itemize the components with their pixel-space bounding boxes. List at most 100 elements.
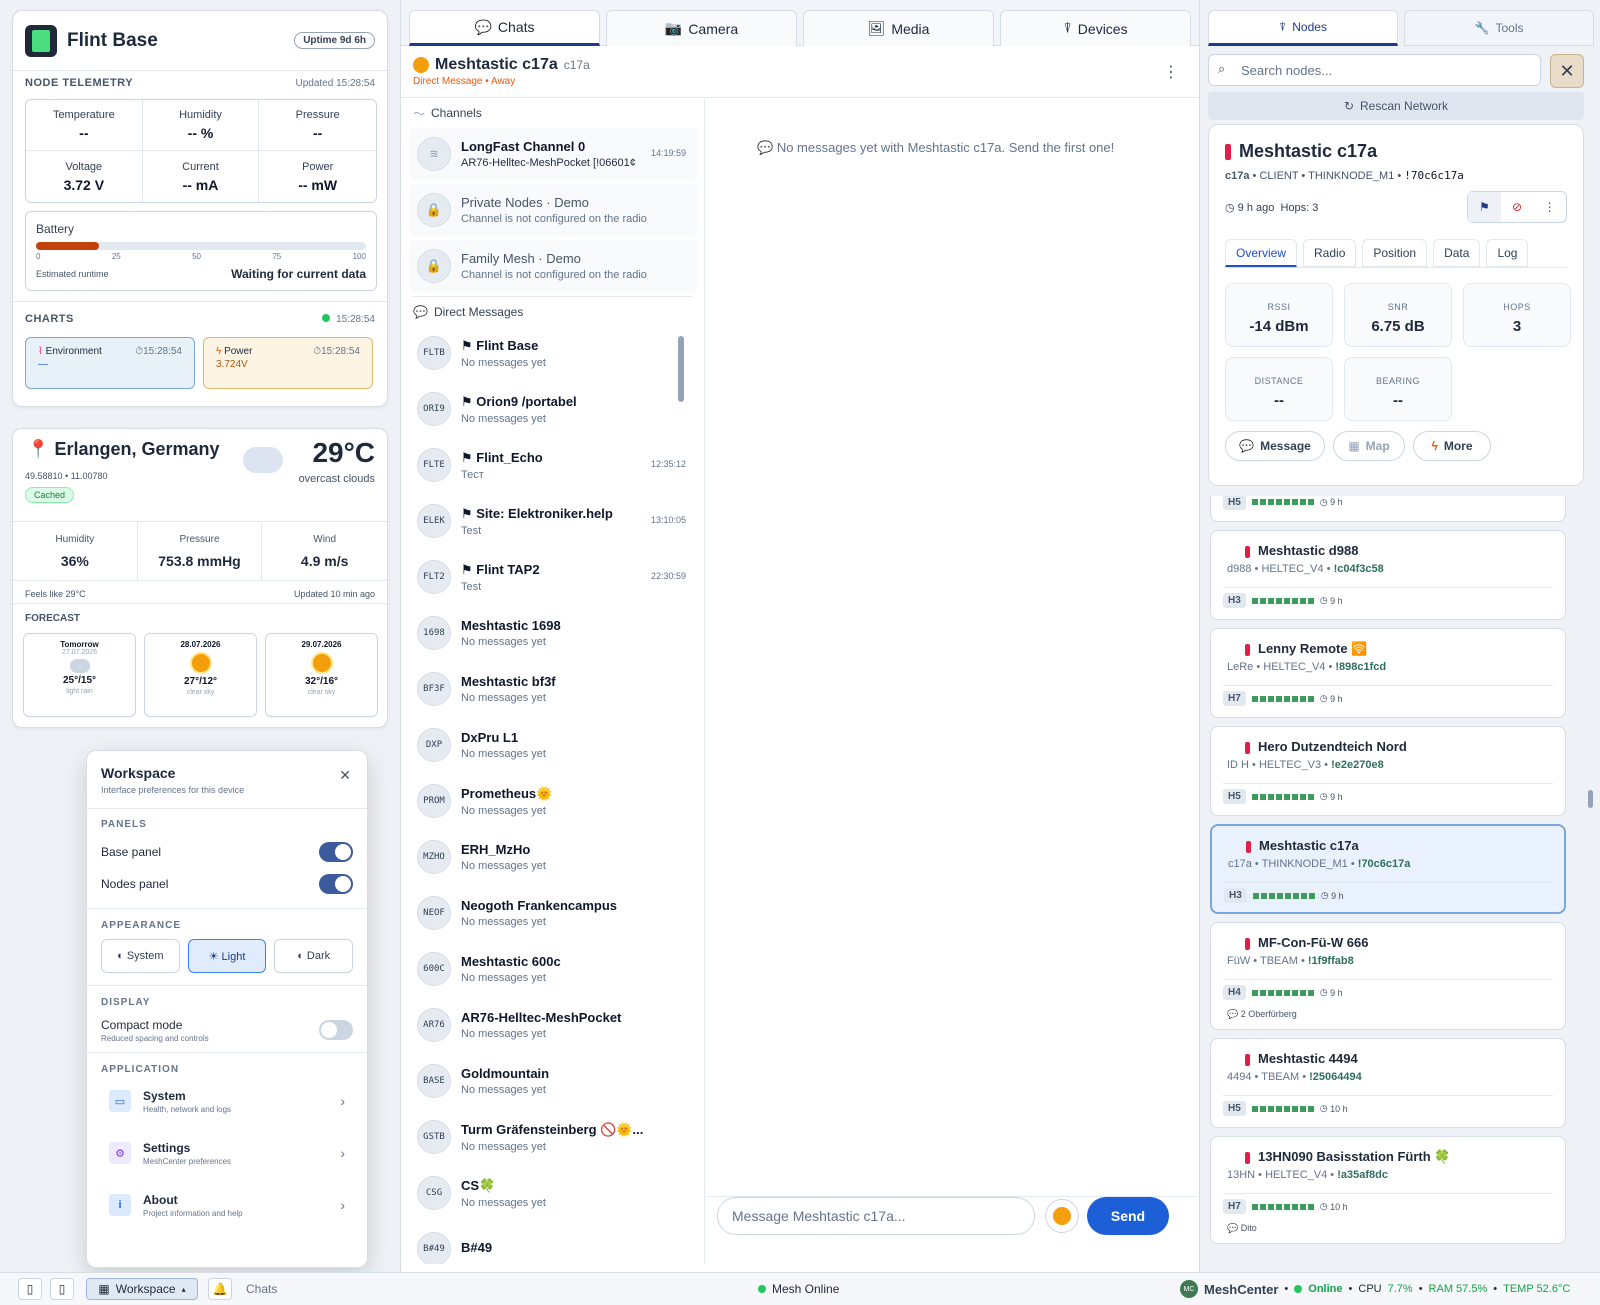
tab-overview[interactable]: Overview — [1225, 239, 1298, 267]
status-dot — [1294, 1285, 1303, 1293]
dm-item[interactable]: PROM Prometheus🌞 No messages yet — [409, 775, 698, 827]
dm-item[interactable]: FLTE ⚑ Flint_Echo Тест 12:35:12 — [409, 439, 698, 491]
theme-light-button[interactable]: ☀ Light — [187, 939, 267, 973]
channel-icon: 〜 — [413, 106, 426, 121]
scrollbar-thumb[interactable] — [1588, 790, 1593, 808]
about-menu-item[interactable]: i About Project information and help › — [87, 1179, 367, 1231]
node-card[interactable]: MF-Con-Fü-W 666 FüW • TBEAM • !1f9ffab8 H4… — [1210, 922, 1566, 1030]
tab-chats[interactable]: 💬 Chats — [409, 10, 600, 46]
telemetry-header: NODE TELEMETRY Updated 15:28:54 — [13, 77, 387, 89]
send-button[interactable]: Send — [1087, 1197, 1169, 1235]
telemetry-value: -- — [79, 125, 89, 141]
tab-label: Devices — [1077, 20, 1128, 37]
tile-value: 3.724V — [216, 359, 248, 370]
dm-item[interactable]: BASE Goldmountain No messages yet — [409, 1055, 698, 1107]
chats-shortcut[interactable]: Chats — [246, 1282, 277, 1296]
node-name: Hero Dutzendteich Nord — [1258, 739, 1407, 754]
tab-media[interactable]: 🖼 Media — [803, 10, 994, 46]
node-card[interactable]: Meshtastic 4494 4494 • TBEAM • !25064494 H… — [1210, 1038, 1566, 1128]
workspace-subtitle: Interface preferences for this device — [101, 785, 245, 795]
channel-item[interactable]: 🔒 Private Nodes · Demo Channel is not conf… — [409, 184, 698, 236]
flag-icon[interactable]: ⚑ — [1468, 192, 1501, 222]
close-icon[interactable]: ✕ — [339, 767, 351, 784]
bell-icon[interactable]: 🔔 — [208, 1278, 232, 1300]
dm-subtitle: No messages yet — [461, 804, 546, 817]
message-input[interactable]: Message Meshtastic c17a... — [717, 1197, 1035, 1235]
tab-tools[interactable]: 🔧 Tools — [1404, 10, 1594, 46]
tab-camera[interactable]: 📷 Camera — [606, 10, 797, 46]
tile-value: — — [38, 359, 48, 370]
message-button[interactable]: 💬 Message — [1225, 431, 1325, 461]
theme-dark-button[interactable]: ◐ Dark — [274, 939, 354, 973]
search-input[interactable]: Search nodes... — [1208, 54, 1541, 86]
dm-item[interactable]: MZHO ERH_MzHo No messages yet — [409, 831, 698, 883]
weather-coords: 49.58810 • 11.00780 — [25, 471, 108, 481]
rescan-button[interactable]: ↻ Rescan Network — [1208, 92, 1584, 120]
compact-toggle[interactable] — [319, 1020, 353, 1040]
settings-menu-item[interactable]: ⚙ Settings MeshCenter preferences › — [87, 1127, 367, 1179]
node-card[interactable]: Hero Dutzendteich Nord ID H • HELTEC_V3 •… — [1210, 726, 1566, 816]
block-icon[interactable]: ⊘ — [1501, 192, 1534, 222]
toggle-right-panel-icon[interactable]: ▯ — [50, 1278, 74, 1300]
workspace-button[interactable]: ▦ Workspace ▴ — [86, 1278, 198, 1300]
dm-item[interactable]: 600C Meshtastic 600c No messages yet — [409, 943, 698, 995]
theme-system-button[interactable]: ◐ System — [101, 939, 180, 973]
tile-time: 15:28:54 — [143, 346, 182, 357]
tile-time: 15:28:54 — [321, 346, 360, 357]
dm-item[interactable]: FLTB ⚑ Flint Base No messages yet — [409, 327, 698, 379]
thermometer-icon: ⌇ — [38, 346, 43, 357]
dm-item[interactable]: ORI9 ⚑ Orion9 /portabel No messages yet — [409, 383, 698, 435]
app-sub: MeshCenter preferences — [143, 1156, 232, 1166]
dm-item[interactable]: DXP DxPru L1 No messages yet — [409, 719, 698, 771]
compact-sub: Reduced spacing and controls — [101, 1033, 209, 1043]
channel-item[interactable]: ≋ LongFast Channel 0 AR76-Helltec-MeshPock… — [409, 128, 698, 180]
dm-item[interactable]: GSTB Turm Gräfensteinberg 🚫🌞... No message… — [409, 1111, 698, 1163]
node-age: 9 h — [1330, 791, 1343, 802]
tab-data[interactable]: Data — [1433, 239, 1481, 267]
dm-item[interactable]: AR76 AR76-Helltec-MeshPocket No messages y… — [409, 999, 698, 1051]
emoji-button[interactable] — [1045, 1199, 1079, 1233]
channel-item[interactable]: 🔒 Family Mesh · Demo Channel is not config… — [409, 240, 698, 292]
base-panel-toggle[interactable] — [319, 842, 353, 862]
node-card[interactable]: Meshtastic c17a c17a • THINKNODE_M1 • !70… — [1210, 824, 1566, 914]
dm-item[interactable]: NEOF Neogoth Frankencampus No messages yet — [409, 887, 698, 939]
node-id: !70c6c17a — [1357, 858, 1411, 870]
tab-log[interactable]: Log — [1486, 239, 1529, 267]
map-button[interactable]: ▦ Map — [1333, 431, 1405, 461]
node-card[interactable]: Meshtastic d988 d988 • HELTEC_V4 • !c04f3… — [1210, 530, 1566, 620]
dm-title: Meshtastic 600c — [461, 954, 561, 969]
environment-chart-tile[interactable]: ⌇ Environment ⏱15:28:54 — — [25, 337, 195, 389]
forecast-temp: 27°/12° — [183, 676, 218, 687]
system-menu-item[interactable]: ▭ System Health, network and logs › — [87, 1075, 367, 1127]
workspace-title: Workspace — [101, 765, 176, 781]
more-button[interactable]: ϟ More — [1413, 431, 1491, 461]
dm-item[interactable]: ELEK ⚑ Site: Elektroniker.help Test 13:10:0… — [409, 495, 698, 547]
dm-item[interactable]: BF3F Meshtastic bf3f No messages yet — [409, 663, 698, 715]
more-vertical-icon[interactable]: ⋮ — [1533, 192, 1566, 222]
pin-icon: 📍 — [27, 439, 50, 459]
dm-item[interactable]: CSG CS🍀 No messages yet — [409, 1167, 698, 1219]
application-heading: APPLICATION — [101, 1064, 180, 1075]
nodes-panel-toggle[interactable] — [319, 874, 353, 894]
node-card[interactable]: H5 ◷ 9 h — [1210, 496, 1566, 522]
dm-title: Goldmountain — [461, 1066, 550, 1081]
toggle-left-panel-icon[interactable]: ▯ — [18, 1278, 42, 1300]
chevron-right-icon: › — [340, 1093, 345, 1109]
tab-position[interactable]: Position — [1362, 239, 1428, 267]
power-chart-tile[interactable]: ϟ Power ⏱15:28:54 3.724V — [203, 337, 373, 389]
runtime-value: Waiting for current data — [231, 267, 366, 281]
telemetry-label: Temperature — [52, 109, 115, 121]
scrollbar-thumb[interactable] — [678, 336, 684, 402]
tab-devices[interactable]: ⍒ Devices — [1000, 10, 1191, 46]
node-short: FüW — [1227, 955, 1251, 967]
dm-item[interactable]: 1698 Meshtastic 1698 No messages yet — [409, 607, 698, 659]
node-card[interactable]: 13HN090 Basisstation Fürth 🍀 13HN • HELTE… — [1210, 1136, 1566, 1244]
tab-radio[interactable]: Radio — [1303, 239, 1357, 267]
tab-nodes[interactable]: ⍒ Nodes — [1208, 10, 1398, 46]
clear-search-button[interactable]: ✕ — [1550, 54, 1584, 88]
node-card[interactable]: Lenny Remote 🛜 LeRe • HELTEC_V4 • !898c1f… — [1210, 628, 1566, 718]
dm-item[interactable]: FLT2 ⚑ Flint TAP2 Test 22:30:59 — [409, 551, 698, 603]
more-vertical-icon[interactable]: ⋮ — [1163, 62, 1179, 82]
status-bar: ▯ ▯ ▦ Workspace ▴ 🔔 Chats Mesh Online MC M… — [0, 1272, 1600, 1305]
dm-item[interactable]: B#49 B#49 — [409, 1223, 698, 1264]
